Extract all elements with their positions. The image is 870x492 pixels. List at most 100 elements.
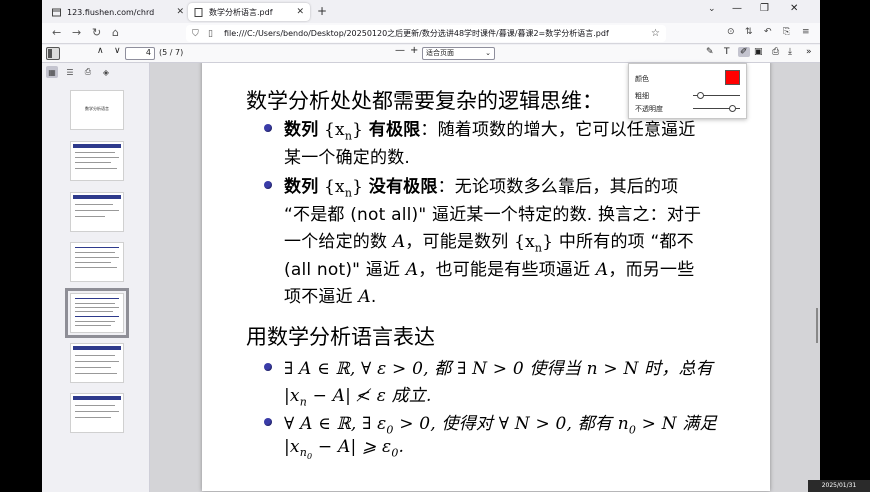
attachments-icon[interactable]: ⎙: [82, 66, 94, 78]
layers-icon[interactable]: ◈: [100, 66, 112, 78]
tab-list-chevron-icon[interactable]: ⌄: [708, 4, 716, 14]
new-tab-button[interactable]: +: [317, 4, 327, 18]
extensions-icon[interactable]: ⇅: [745, 27, 753, 37]
slide-text: ，也可能是有些项逼近: [418, 260, 591, 280]
more-tools-icon[interactable]: »: [806, 47, 812, 57]
color-picker[interactable]: [725, 70, 740, 85]
thumbnail-header-bar: [73, 144, 121, 148]
thumbnail-line: [75, 152, 115, 153]
slide-text: ：随着项数的增大，它可以任意逼近: [420, 120, 696, 140]
bookmark-star-icon[interactable]: ☆: [651, 28, 660, 39]
tab-123-fiushen[interactable]: 123.fiushen.com/chrd ✕: [46, 3, 190, 21]
slider-handle[interactable]: [729, 105, 736, 112]
slide-line: |xn0 − A| ⩾ ε0.: [284, 437, 404, 462]
thumbnail-line: [75, 210, 119, 211]
account-icon[interactable]: ⊙: [727, 27, 735, 37]
page-thumbnail-3[interactable]: [70, 192, 124, 232]
page-thumbnail-7[interactable]: [70, 393, 124, 433]
page-info-icon[interactable]: ▯: [208, 29, 218, 39]
thumbnail-line: [75, 267, 117, 268]
slider-handle[interactable]: [697, 92, 704, 99]
next-page-button[interactable]: ∨: [114, 46, 121, 56]
math-text: > N 满足: [636, 414, 717, 434]
slide-line: 一个给定的数 A，可能是数列 {xn} 中所有的项 “都不: [284, 227, 694, 254]
taskbar-clock: 2025/01/31 15:08:39: [808, 480, 870, 492]
zoom-value: 适合页面: [426, 49, 454, 57]
close-icon[interactable]: ✕: [296, 7, 304, 17]
bold-text: 没有极限: [368, 177, 438, 197]
back-button[interactable]: ←: [52, 26, 61, 39]
tab-pdf[interactable]: 数学分析语言.pdf ✕: [188, 3, 310, 21]
slide-line: |xn − A| ≮ ε 成立.: [284, 381, 432, 408]
bold-text: 数列: [284, 177, 319, 197]
sidebar-tabs: ▦ ☰ ⎙ ◈: [46, 66, 112, 78]
slide-text: ：无论项数多么靠后，其后的项: [437, 177, 679, 197]
math-sub: n: [299, 395, 308, 409]
page-thumbnail-6[interactable]: [70, 343, 124, 383]
share-icon[interactable]: ⎘: [783, 27, 790, 37]
shield-icon[interactable]: ⛉: [192, 29, 202, 39]
math-text: }: [352, 177, 364, 197]
bullet: [264, 418, 272, 426]
thumbnail-line: [75, 411, 119, 412]
bullet: [264, 363, 272, 371]
thumbnails-icon[interactable]: ▦: [46, 66, 58, 78]
thumbnail-line: [75, 204, 113, 205]
close-icon[interactable]: ✕: [176, 7, 184, 17]
math-text: }: [352, 120, 364, 140]
scrollbar[interactable]: [816, 308, 818, 343]
math-text: A: [358, 287, 371, 307]
page-thumbnail-5[interactable]: [65, 288, 129, 338]
thumbnail-line: [75, 316, 119, 317]
maximize-button[interactable]: ❐: [760, 3, 769, 14]
math-text: |x: [284, 386, 300, 406]
pdf-icon: [194, 7, 203, 17]
url-bar[interactable]: ⛉ ▯ file:///C:/Users/bendo/Desktop/20250…: [186, 25, 666, 42]
zoom-out-button[interactable]: —: [395, 45, 405, 56]
math-sub: 0: [386, 423, 394, 437]
math-text: {x: [324, 120, 345, 140]
math-text: }: [542, 232, 554, 252]
slide-line: 项不逼近 A.: [284, 282, 377, 307]
thumbnail-line: [75, 311, 113, 312]
math-sub-text: n: [299, 446, 308, 460]
highlight-tool-icon[interactable]: ✎: [706, 47, 714, 57]
thumbnail-line: [75, 373, 117, 374]
save-icon[interactable]: ⤓: [788, 47, 792, 57]
minimize-button[interactable]: —: [732, 3, 742, 14]
undo-icon[interactable]: ↶: [764, 27, 772, 37]
thickness-slider[interactable]: [693, 92, 740, 99]
opacity-label: 不透明度: [635, 105, 663, 113]
image-tool-icon[interactable]: ▣: [754, 47, 763, 57]
thumbnail-line: [75, 361, 119, 362]
math-text: |x: [284, 437, 300, 457]
page-thumbnail-4[interactable]: [70, 242, 124, 282]
draw-tool-icon[interactable]: ✐: [738, 47, 750, 57]
zoom-in-button[interactable]: +: [410, 45, 418, 56]
zoom-select[interactable]: 适合页面 ⌄: [422, 47, 495, 60]
bold-text: 数列: [284, 120, 319, 140]
previous-page-button[interactable]: ∧: [97, 46, 104, 56]
pdf-viewer[interactable]: 数学分析处处都需要复杂的逻辑思维： 数列 {xn} 有极限：随着项数的增大，它可…: [150, 63, 820, 492]
browser-window: 123.fiushen.com/chrd ✕ 数学分析语言.pdf ✕ + ⌄ …: [42, 0, 820, 492]
page-thumbnail-2[interactable]: [70, 141, 124, 181]
outline-icon[interactable]: ☰: [64, 66, 76, 78]
forward-button[interactable]: →: [72, 26, 81, 39]
home-button[interactable]: ⌂: [112, 26, 119, 39]
thumbnail-line: [75, 252, 115, 253]
page-thumbnail-1[interactable]: 数学分析语言: [70, 90, 124, 130]
menu-icon[interactable]: ≡: [802, 27, 810, 37]
thumbnail-header-bar: [73, 195, 121, 199]
slide-line: ∃ A ∈ ℝ, ∀ ε > 0, 都 ∃ N > 0 使得当 n > N 时，…: [284, 359, 713, 379]
nav-bar: ← → ↻ ⌂ ⛉ ▯ file:///C:/Users/bendo/Deskt…: [42, 23, 820, 44]
math-text: {x: [324, 177, 345, 197]
slide-line: “不是都 (not all)" 逼近某一个特定的数. 换言之：对于: [284, 205, 702, 225]
page-number-input[interactable]: 4: [125, 47, 155, 60]
print-icon[interactable]: ⎙: [772, 47, 779, 57]
text-tool-icon[interactable]: T: [724, 47, 730, 57]
window-close-button[interactable]: ✕: [790, 3, 798, 14]
sidebar-toggle-button[interactable]: [46, 47, 60, 60]
slide-text: (all not)" 逼近: [284, 260, 401, 280]
opacity-slider[interactable]: [693, 105, 740, 112]
reload-button[interactable]: ↻: [92, 26, 101, 39]
